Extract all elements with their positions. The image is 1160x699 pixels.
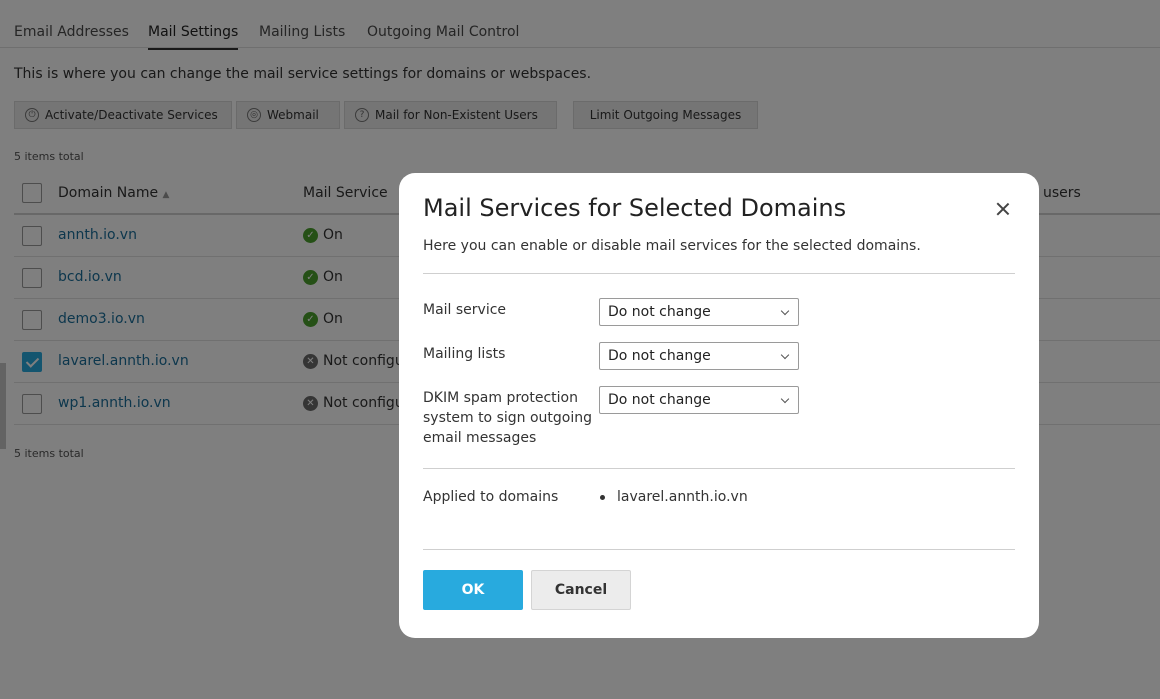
- mailing-lists-value: Do not change: [608, 348, 711, 364]
- chevron-down-icon: [780, 350, 790, 360]
- bullet-icon: [600, 494, 605, 500]
- mailing-lists-select[interactable]: Do not change: [599, 342, 799, 370]
- mail-service-select[interactable]: Do not change: [599, 298, 799, 326]
- divider: [423, 273, 1015, 274]
- mail-service-value: Do not change: [608, 304, 711, 320]
- ok-button[interactable]: OK: [423, 570, 523, 610]
- dkim-value: Do not change: [608, 392, 711, 408]
- applied-domain-item: lavarel.annth.io.vn: [600, 489, 748, 505]
- dialog-description: Here you can enable or disable mail serv…: [423, 238, 921, 254]
- dkim-select[interactable]: Do not change: [599, 386, 799, 414]
- dialog-title: Mail Services for Selected Domains: [423, 194, 847, 222]
- mailing-lists-label: Mailing lists: [423, 346, 506, 362]
- dkim-label: DKIM spam protection system to sign outg…: [423, 390, 592, 446]
- close-icon[interactable]: [993, 199, 1013, 219]
- divider: [423, 468, 1015, 469]
- mail-service-label: Mail service: [423, 302, 507, 318]
- divider: [423, 549, 1015, 550]
- chevron-down-icon: [780, 306, 790, 316]
- mail-services-dialog: Mail Services for Selected Domains Here …: [399, 173, 1039, 638]
- applied-to-domains-label: Applied to domains: [423, 489, 559, 505]
- chevron-down-icon: [780, 394, 790, 404]
- cancel-button[interactable]: Cancel: [531, 570, 631, 610]
- applied-domain-text: lavarel.annth.io.vn: [617, 489, 748, 505]
